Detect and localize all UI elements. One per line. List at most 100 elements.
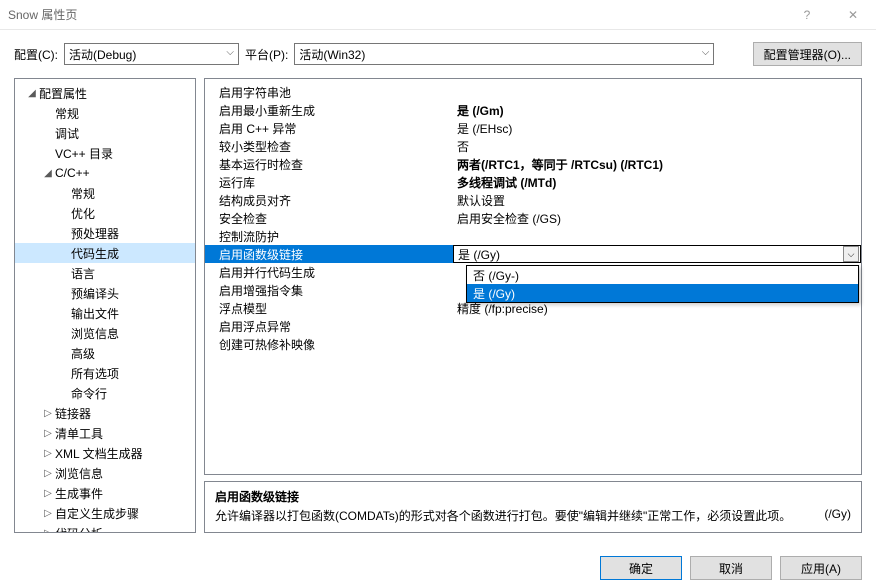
chevron-down-icon[interactable]: ⌵ xyxy=(843,246,859,262)
tree-item-label: VC++ 目录 xyxy=(55,145,113,162)
expander-open-icon[interactable]: ◢ xyxy=(25,88,39,99)
property-row[interactable]: 安全检查启用安全检查 (/GS) xyxy=(205,209,861,227)
expander-open-icon[interactable]: ◢ xyxy=(41,168,55,179)
property-value[interactable]: 启用安全检查 (/GS) xyxy=(453,210,861,227)
property-value[interactable]: 两者(/RTC1，等同于 /RTCsu) (/RTC1) xyxy=(453,156,861,173)
property-row[interactable]: 启用最小重新生成是 (/Gm) xyxy=(205,101,861,119)
chevron-down-icon: ⌵ xyxy=(226,47,234,58)
property-value[interactable]: 是 (/Gm) xyxy=(453,102,861,119)
tree-item-label: C/C++ xyxy=(55,166,90,180)
property-value[interactable]: 是 (/Gy)⌵ xyxy=(453,245,861,263)
tree-item[interactable]: 代码生成 xyxy=(15,243,195,263)
value-dropdown[interactable]: 否 (/Gy-)是 (/Gy) xyxy=(466,265,859,303)
tree-item-label: 输出文件 xyxy=(71,305,119,322)
close-button[interactable]: ✕ xyxy=(830,0,876,30)
config-manager-button[interactable]: 配置管理器(O)... xyxy=(753,42,862,66)
tree-item-label: 预编译头 xyxy=(71,285,119,302)
expander-closed-icon[interactable]: ▷ xyxy=(41,508,55,519)
tree-item-label: 优化 xyxy=(71,205,95,222)
tree-item[interactable]: 所有选项 xyxy=(15,363,195,383)
tree-item[interactable]: 预编译头 xyxy=(15,283,195,303)
tree-item[interactable]: ▷XML 文档生成器 xyxy=(15,443,195,463)
expander-closed-icon[interactable]: ▷ xyxy=(41,408,55,419)
tree-item[interactable]: 优化 xyxy=(15,203,195,223)
description-body: 允许编译器以打包函数(COMDATs)的形式对各个函数进行打包。要使"编辑并继续… xyxy=(215,507,851,524)
property-value[interactable]: 多线程调试 (/MTd) xyxy=(453,174,861,191)
expander-closed-icon[interactable]: ▷ xyxy=(41,468,55,479)
description-heading: 启用函数级链接 xyxy=(215,488,851,505)
property-row[interactable]: 启用 C++ 异常是 (/EHsc) xyxy=(205,119,861,137)
expander-closed-icon[interactable]: ▷ xyxy=(41,528,55,534)
property-row[interactable]: 运行库多线程调试 (/MTd) xyxy=(205,173,861,191)
tree-item[interactable]: 预处理器 xyxy=(15,223,195,243)
tree-item[interactable]: ▷代码分析 xyxy=(15,523,195,533)
expander-closed-icon[interactable]: ▷ xyxy=(41,428,55,439)
property-label: 控制流防护 xyxy=(205,228,453,245)
tree-item-label: 预处理器 xyxy=(71,225,119,242)
property-row[interactable]: 启用字符串池 xyxy=(205,83,861,101)
chevron-down-icon: ⌵ xyxy=(702,47,710,58)
expander-closed-icon[interactable]: ▷ xyxy=(41,488,55,499)
tree-item[interactable]: ▷生成事件 xyxy=(15,483,195,503)
property-value[interactable]: 否 xyxy=(453,138,861,155)
tree-item-label: 所有选项 xyxy=(71,365,119,382)
titlebar: Snow 属性页 ? ✕ xyxy=(0,0,876,30)
cancel-button[interactable]: 取消 xyxy=(690,556,772,580)
tree-item[interactable]: ▷清单工具 xyxy=(15,423,195,443)
tree-item[interactable]: 常规 xyxy=(15,103,195,123)
property-row[interactable]: 结构成员对齐默认设置 xyxy=(205,191,861,209)
property-label: 启用函数级链接 xyxy=(205,246,453,263)
tree-item-label: 配置属性 xyxy=(39,85,87,102)
tree-item[interactable]: 命令行 xyxy=(15,383,195,403)
expander-closed-icon[interactable]: ▷ xyxy=(41,448,55,459)
dropdown-option[interactable]: 是 (/Gy) xyxy=(467,284,858,302)
tree-item[interactable]: 语言 xyxy=(15,263,195,283)
window-title: Snow 属性页 xyxy=(8,6,77,23)
nav-tree[interactable]: ◢配置属性常规调试VC++ 目录◢C/C++常规优化预处理器代码生成语言预编译头… xyxy=(14,78,196,533)
property-row[interactable]: 较小类型检查否 xyxy=(205,137,861,155)
property-row[interactable]: 启用浮点异常 xyxy=(205,317,861,335)
property-label: 启用浮点异常 xyxy=(205,318,453,335)
property-label: 较小类型检查 xyxy=(205,138,453,155)
tree-item-label: 生成事件 xyxy=(55,485,103,502)
property-label: 启用增强指令集 xyxy=(205,282,453,299)
tree-item-label: 浏览信息 xyxy=(71,325,119,342)
property-row[interactable]: 创建可热修补映像 xyxy=(205,335,861,353)
property-value[interactable]: 默认设置 xyxy=(453,192,861,209)
tree-item-label: 代码生成 xyxy=(71,245,119,262)
tree-item[interactable]: VC++ 目录 xyxy=(15,143,195,163)
tree-item-label: 常规 xyxy=(71,185,95,202)
config-label: 配置(C): xyxy=(14,46,58,63)
config-bar: 配置(C): 活动(Debug) ⌵ 平台(P): 活动(Win32) ⌵ 配置… xyxy=(0,30,876,78)
tree-item[interactable]: ▷自定义生成步骤 xyxy=(15,503,195,523)
tree-item-label: 语言 xyxy=(71,265,95,282)
property-label: 启用 C++ 异常 xyxy=(205,120,453,137)
property-label: 安全检查 xyxy=(205,210,453,227)
description-switch: (/Gy) xyxy=(824,507,851,521)
property-row[interactable]: 基本运行时检查两者(/RTC1，等同于 /RTCsu) (/RTC1) xyxy=(205,155,861,173)
property-label: 运行库 xyxy=(205,174,453,191)
tree-item[interactable]: 浏览信息 xyxy=(15,323,195,343)
ok-button[interactable]: 确定 xyxy=(600,556,682,580)
help-button[interactable]: ? xyxy=(784,0,830,30)
property-label: 基本运行时检查 xyxy=(205,156,453,173)
property-row[interactable]: 控制流防护 xyxy=(205,227,861,245)
tree-item[interactable]: ▷浏览信息 xyxy=(15,463,195,483)
config-select[interactable]: 活动(Debug) ⌵ xyxy=(64,43,239,65)
tree-item[interactable]: 调试 xyxy=(15,123,195,143)
tree-item[interactable]: ◢C/C++ xyxy=(15,163,195,183)
apply-button[interactable]: 应用(A) xyxy=(780,556,862,580)
tree-item[interactable]: 输出文件 xyxy=(15,303,195,323)
property-grid: 启用字符串池启用最小重新生成是 (/Gm)启用 C++ 异常是 (/EHsc)较… xyxy=(204,78,862,475)
tree-item[interactable]: 高级 xyxy=(15,343,195,363)
property-value[interactable]: 是 (/EHsc) xyxy=(453,120,861,137)
property-label: 结构成员对齐 xyxy=(205,192,453,209)
property-label: 启用字符串池 xyxy=(205,84,453,101)
property-row[interactable]: 启用函数级链接是 (/Gy)⌵ xyxy=(205,245,861,263)
tree-item[interactable]: ▷链接器 xyxy=(15,403,195,423)
dropdown-option[interactable]: 否 (/Gy-) xyxy=(467,266,858,284)
tree-item[interactable]: 常规 xyxy=(15,183,195,203)
platform-select[interactable]: 活动(Win32) ⌵ xyxy=(294,43,714,65)
tree-item-label: XML 文档生成器 xyxy=(55,445,143,462)
tree-item[interactable]: ◢配置属性 xyxy=(15,83,195,103)
